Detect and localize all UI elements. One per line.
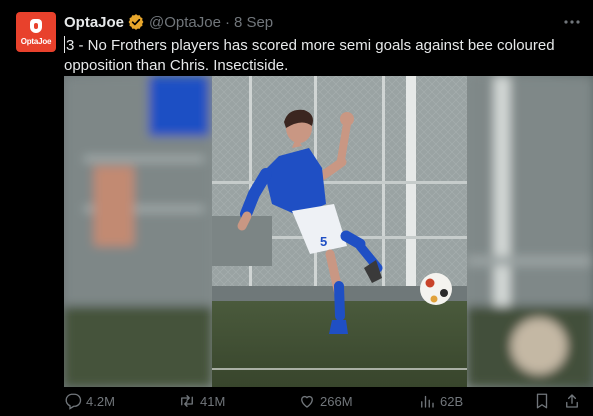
retweet-icon [181,395,193,407]
soccer-photo: 5 [64,76,593,387]
views-icon [421,395,434,408]
more-icon[interactable] [562,12,582,32]
avatar-brand-text: OptaJoe [20,37,52,46]
share-icon [566,394,578,408]
reply-count: 4.2M [86,393,115,409]
share-button[interactable] [563,391,585,411]
views-count: 62B [440,393,464,409]
separator-dot: · [224,13,230,31]
action-bar: 4.2M 41M 266M 62B [0,391,593,413]
svg-text:5: 5 [320,234,327,249]
opta-logo-icon [30,19,42,33]
author-handle[interactable]: @OptaJoe [149,14,221,31]
tweet-header: OptaJoe @OptaJoe · 8 Sep [64,12,273,32]
bookmark-button[interactable] [533,391,555,411]
tweet-media[interactable]: 5 [64,76,593,387]
like-button[interactable]: 266M [298,391,353,411]
tweet-timestamp[interactable]: 8 Sep [234,14,273,31]
retweet-button[interactable]: 41M [178,391,225,411]
tweet-text: 3 - No Frothers players has scored more … [64,37,555,74]
author-name[interactable]: OptaJoe [64,14,124,31]
avatar[interactable]: OptaJoe [16,12,56,52]
bookmark-icon [536,393,548,409]
reply-button[interactable]: 4.2M [64,391,115,411]
shirt-number: 5 [320,234,327,249]
soccer-ball [420,273,452,305]
tweet-text-container: 3 - No Frothers players has scored more … [64,36,564,76]
verified-badge-icon[interactable] [127,13,145,31]
retweet-count: 41M [200,393,226,409]
text-cursor [64,36,65,53]
views-button[interactable]: 62B [418,391,463,411]
like-icon [301,395,313,408]
reply-icon [65,393,82,410]
like-count: 266M [320,393,353,409]
